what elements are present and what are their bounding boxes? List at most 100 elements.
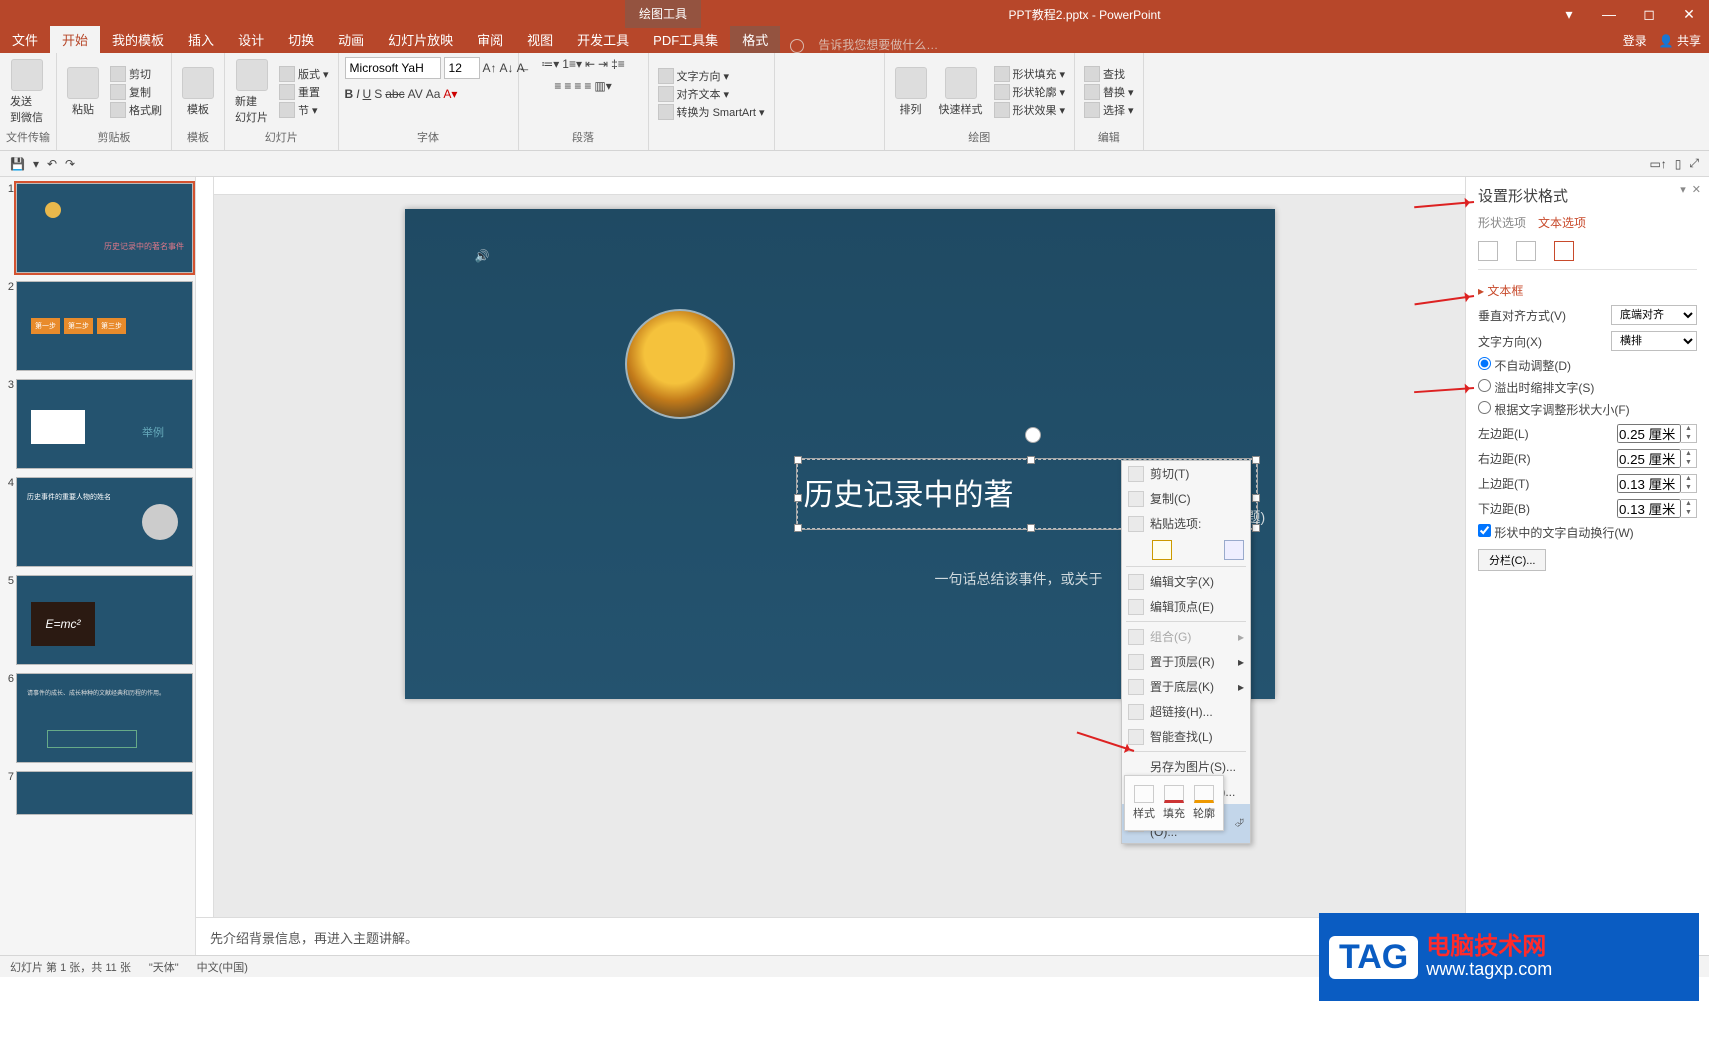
shape-line-icon[interactable] [845,87,859,101]
vertical-ruler[interactable] [196,195,214,917]
shape-arrow-icon[interactable] [829,87,843,101]
notes-pane[interactable]: 先介绍背景信息，再进入主题讲解。 [196,917,1465,955]
autofit-none-radio[interactable]: 不自动调整(D) [1478,357,1697,374]
ctx-copy[interactable]: 复制(C) [1122,486,1250,511]
select-button[interactable]: 选择 ▾ [1081,101,1137,119]
spinner[interactable]: ▲▼ [1681,449,1697,468]
text-fill-outline-icon[interactable] [1478,241,1498,261]
thumbnail-1[interactable]: 1历史记录中的著名事件 [2,183,193,273]
text-direction-select[interactable]: 横排 [1611,331,1697,351]
language[interactable]: 中文(中国) [197,959,248,975]
save-icon[interactable]: 💾 [10,157,25,171]
mini-fill-button[interactable]: 填充 [1163,785,1185,821]
tab-file[interactable]: 文件 [0,26,50,53]
underline-button[interactable]: U [363,87,372,101]
quick-styles-button[interactable]: 快速样式 [935,65,987,119]
tab-pdf[interactable]: PDF工具集 [641,26,730,53]
shape-rect-icon[interactable] [781,87,795,101]
indent-inc-button[interactable]: ⇥ [598,57,608,71]
justify-button[interactable]: ≡ [584,79,591,93]
paste-button[interactable]: 粘贴 [63,65,103,119]
paste-picture-icon[interactable] [1224,540,1244,560]
audio-icon[interactable]: 🔊 [475,249,509,283]
redo-icon[interactable]: ↷ [65,157,75,171]
send-wechat-button[interactable]: 发送 到微信 [6,57,47,127]
textbox-icon[interactable] [1554,241,1574,261]
spinner[interactable]: ▲▼ [1681,474,1697,493]
tab-view[interactable]: 视图 [515,26,565,53]
shape-options-tab[interactable]: 形状选项 [1478,214,1526,231]
minimize-icon[interactable]: — [1589,6,1629,23]
leaf-image[interactable] [625,309,735,419]
align-center-button[interactable]: ≡ [564,79,571,93]
tab-design[interactable]: 设计 [226,26,276,53]
shape-outline-button[interactable]: 形状轮廓 ▾ [991,83,1069,101]
handle-e[interactable] [1252,494,1260,502]
reset-button[interactable]: 重置 [276,83,332,101]
margin-right-input[interactable] [1617,449,1681,468]
font-size-select[interactable] [444,57,480,79]
slide-count[interactable]: 幻灯片 第 1 张，共 11 张 [10,959,131,975]
horizontal-ruler[interactable] [214,177,1465,195]
align-left-button[interactable]: ≡ [554,79,561,93]
paste-keep-icon[interactable] [1152,540,1172,560]
columns-button[interactable]: ▥▾ [594,79,611,93]
font-select[interactable] [345,57,441,79]
casing-button[interactable]: Aa [426,87,441,101]
spacing-button[interactable]: AV [408,87,423,101]
section-button[interactable]: 节 ▾ [276,101,332,119]
columns-button[interactable]: 分栏(C)... [1478,549,1546,571]
tab-developer[interactable]: 开发工具 [565,26,641,53]
thumbnail-4[interactable]: 4历史事件的重要人物的姓名 [2,477,193,567]
ctx-smart-lookup[interactable]: 智能查找(L) [1122,724,1250,749]
tab-mytemplates[interactable]: 我的模板 [100,26,176,53]
maximize-icon[interactable]: ◻ [1629,6,1669,23]
mini-style-button[interactable]: 样式 [1133,785,1155,821]
margin-top-input[interactable] [1617,474,1681,493]
templates-button[interactable]: 模板 [178,65,218,119]
slide-canvas[interactable]: 🔊 历史记录中的著 事件标题) 一句话 [214,195,1465,917]
tellme-icon[interactable] [790,39,804,53]
login-link[interactable]: 登录 [1623,32,1647,49]
autofit-shrink-radio[interactable]: 溢出时缩排文字(S) [1478,379,1697,396]
ctx-edit-text[interactable]: 编辑文字(X) [1122,569,1250,594]
italic-button[interactable]: I [356,87,359,101]
ribbon-opts-icon[interactable]: ▾ [1549,6,1589,23]
ctx-hyperlink[interactable]: 超链接(H)... [1122,699,1250,724]
spinner[interactable]: ▲▼ [1681,424,1697,443]
slide-thumbnails[interactable]: 1历史记录中的著名事件 2第一步第二步第三步 3举例 4历史事件的重要人物的姓名… [0,177,196,955]
tab-transition[interactable]: 切换 [276,26,326,53]
shapes-gallery[interactable] [781,55,878,133]
format-painter-button[interactable]: 格式刷 [107,101,165,119]
handle-ne[interactable] [1252,456,1260,464]
find-button[interactable]: 查找 [1081,65,1137,83]
numbering-button[interactable]: 1≡▾ [562,57,582,71]
qat-dropdown-icon[interactable]: ▾ [33,157,39,171]
handle-sw[interactable] [794,524,802,532]
ctx-paste-options[interactable] [1122,536,1250,564]
tab-insert[interactable]: 插入 [176,26,226,53]
smartart-button[interactable]: 转换为 SmartArt ▾ [655,103,768,121]
grow-font-icon[interactable]: A↑ [483,61,497,75]
copy-button[interactable]: 复制 [107,83,165,101]
thumbnail-5[interactable]: 5E=mc² [2,575,193,665]
ctx-cut[interactable]: 剪切(T) [1122,461,1250,486]
handle-n[interactable] [1027,456,1035,464]
replace-button[interactable]: 替换 ▾ [1081,83,1137,101]
handle-s[interactable] [1027,524,1035,532]
shape-fill-button[interactable]: 形状填充 ▾ [991,65,1069,83]
margin-left-input[interactable] [1617,424,1681,443]
rotate-handle[interactable] [1025,427,1041,443]
ruler-toggle-icon[interactable]: ⤢ [1689,156,1699,171]
shrink-font-icon[interactable]: A↓ [500,61,514,75]
tellme-input[interactable]: 告诉我您想要做什么… [818,36,938,53]
wrap-text-checkbox[interactable]: 形状中的文字自动换行(W) [1478,524,1697,541]
strike-button[interactable]: abc [385,87,404,101]
layout-button[interactable]: 版式 ▾ [276,65,332,83]
thumbnail-3[interactable]: 3举例 [2,379,193,469]
shape-effects-button[interactable]: 形状效果 ▾ [991,101,1069,119]
shape-tri-icon[interactable] [813,87,827,101]
ctx-edit-points[interactable]: 编辑顶点(E) [1122,594,1250,619]
shape-oval-icon[interactable] [797,87,811,101]
tab-review[interactable]: 审阅 [465,26,515,53]
